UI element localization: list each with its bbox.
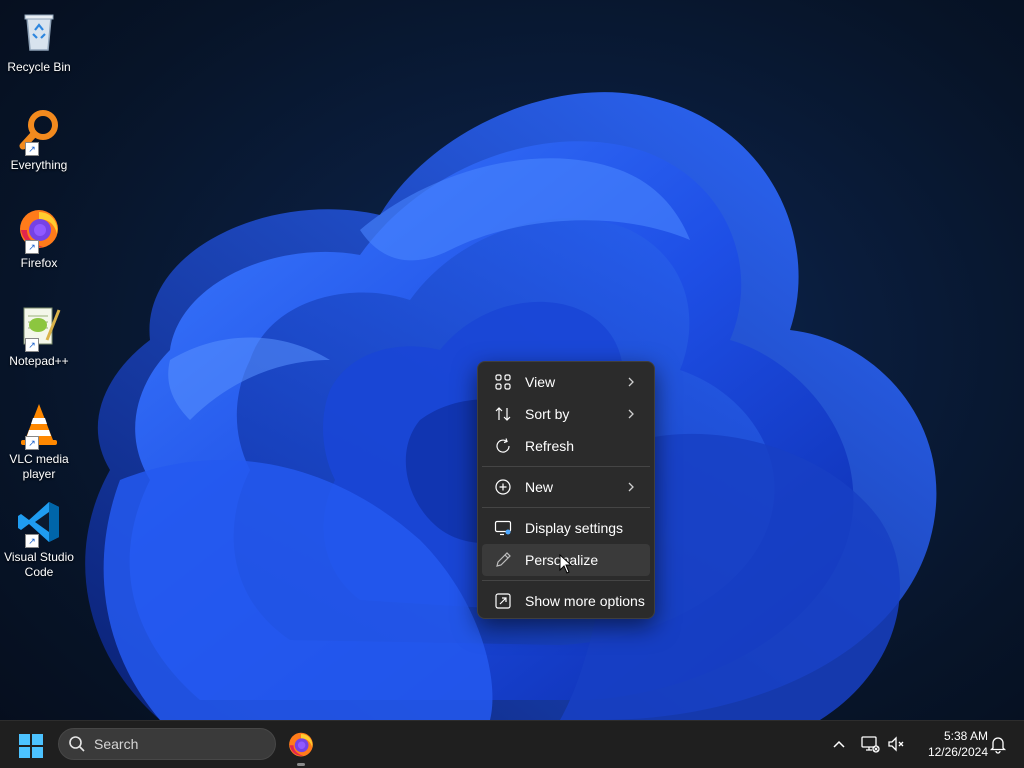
chevron-right-icon — [628, 377, 634, 387]
desktop-icon-label: Recycle Bin — [7, 60, 71, 74]
menu-item-sort-by[interactable]: Sort by — [482, 398, 650, 430]
desktop-icon-firefox[interactable]: ↗ Firefox — [4, 204, 74, 271]
desktop-icon-label: VLC media player — [9, 452, 69, 481]
menu-item-new[interactable]: New — [482, 471, 650, 503]
desktop-icon-label: Visual Studio Code — [4, 550, 74, 579]
mouse-cursor-icon — [559, 554, 573, 574]
taskbar-clock[interactable]: 5:38 AM 12/26/2024 — [914, 728, 988, 760]
menu-item-refresh[interactable]: Refresh — [482, 430, 650, 462]
chevron-up-icon[interactable] — [829, 734, 849, 754]
shortcut-arrow-icon: ↗ — [25, 436, 39, 450]
menu-separator — [482, 466, 650, 467]
desktop-icon-everything[interactable]: ↗ Everything — [4, 106, 74, 173]
menu-item-display-settings[interactable]: Display settings — [482, 512, 650, 544]
sort-icon — [493, 404, 513, 424]
firefox-icon: ↗ — [15, 204, 63, 254]
notepad-plus-plus-icon: ↗ — [15, 302, 63, 352]
desktop-context-menu: View Sort by Refresh New Display setting… — [477, 361, 655, 619]
network-icon[interactable] — [860, 734, 880, 754]
shortcut-arrow-icon: ↗ — [25, 338, 39, 352]
grid-icon — [493, 372, 513, 392]
desktop-icon-vlc[interactable]: ↗ VLC media player — [4, 400, 74, 482]
chevron-right-icon — [628, 482, 634, 492]
everything-search-icon: ↗ — [15, 106, 63, 156]
display-icon — [493, 518, 513, 538]
menu-item-label: View — [525, 374, 556, 390]
menu-item-label: New — [525, 479, 554, 495]
clock-date: 12/26/2024 — [927, 745, 988, 759]
menu-separator — [482, 507, 650, 508]
shortcut-arrow-icon: ↗ — [25, 534, 39, 548]
shortcut-arrow-icon: ↗ — [25, 240, 39, 254]
recycle-bin-icon — [15, 8, 63, 56]
chevron-right-icon — [628, 409, 634, 419]
desktop-icon-recycle-bin[interactable]: Recycle Bin — [4, 8, 74, 75]
desktop-icon-label: Notepad++ — [9, 354, 69, 368]
menu-separator — [482, 580, 650, 581]
notification-bell-icon[interactable] — [988, 734, 1008, 754]
menu-item-label: Refresh — [525, 438, 575, 454]
plus-circle-icon — [493, 477, 513, 497]
menu-item-label: Show more options — [525, 593, 645, 609]
volume-muted-icon[interactable] — [886, 734, 906, 754]
taskbar-search-box[interactable]: Search — [58, 728, 276, 760]
desktop-icon-label: Everything — [10, 158, 68, 172]
expand-icon — [493, 591, 513, 611]
taskbar: Search 5:38 AM 12/26/2024 — [0, 720, 1024, 768]
menu-item-label: Display settings — [525, 520, 624, 536]
vlc-icon: ↗ — [15, 400, 63, 450]
search-icon — [69, 736, 85, 752]
desktop-icon-vscode[interactable]: ↗ Visual Studio Code — [4, 498, 74, 580]
menu-item-label: Sort by — [525, 406, 570, 422]
clock-time: 5:38 AM — [943, 729, 988, 743]
vscode-icon: ↗ — [15, 498, 63, 548]
desktop-icon-label: Firefox — [20, 256, 58, 270]
taskbar-firefox-icon[interactable] — [286, 729, 316, 759]
refresh-icon — [493, 436, 513, 456]
search-placeholder: Search — [94, 736, 139, 752]
pen-icon — [493, 550, 513, 570]
menu-item-view[interactable]: View — [482, 366, 650, 398]
menu-item-show-more-options[interactable]: Show more options — [482, 585, 650, 617]
shortcut-arrow-icon: ↗ — [25, 142, 39, 156]
running-indicator — [297, 763, 305, 766]
desktop-icon-notepad-plus-plus[interactable]: ↗ Notepad++ — [4, 302, 74, 369]
windows-start-icon[interactable] — [18, 733, 44, 759]
